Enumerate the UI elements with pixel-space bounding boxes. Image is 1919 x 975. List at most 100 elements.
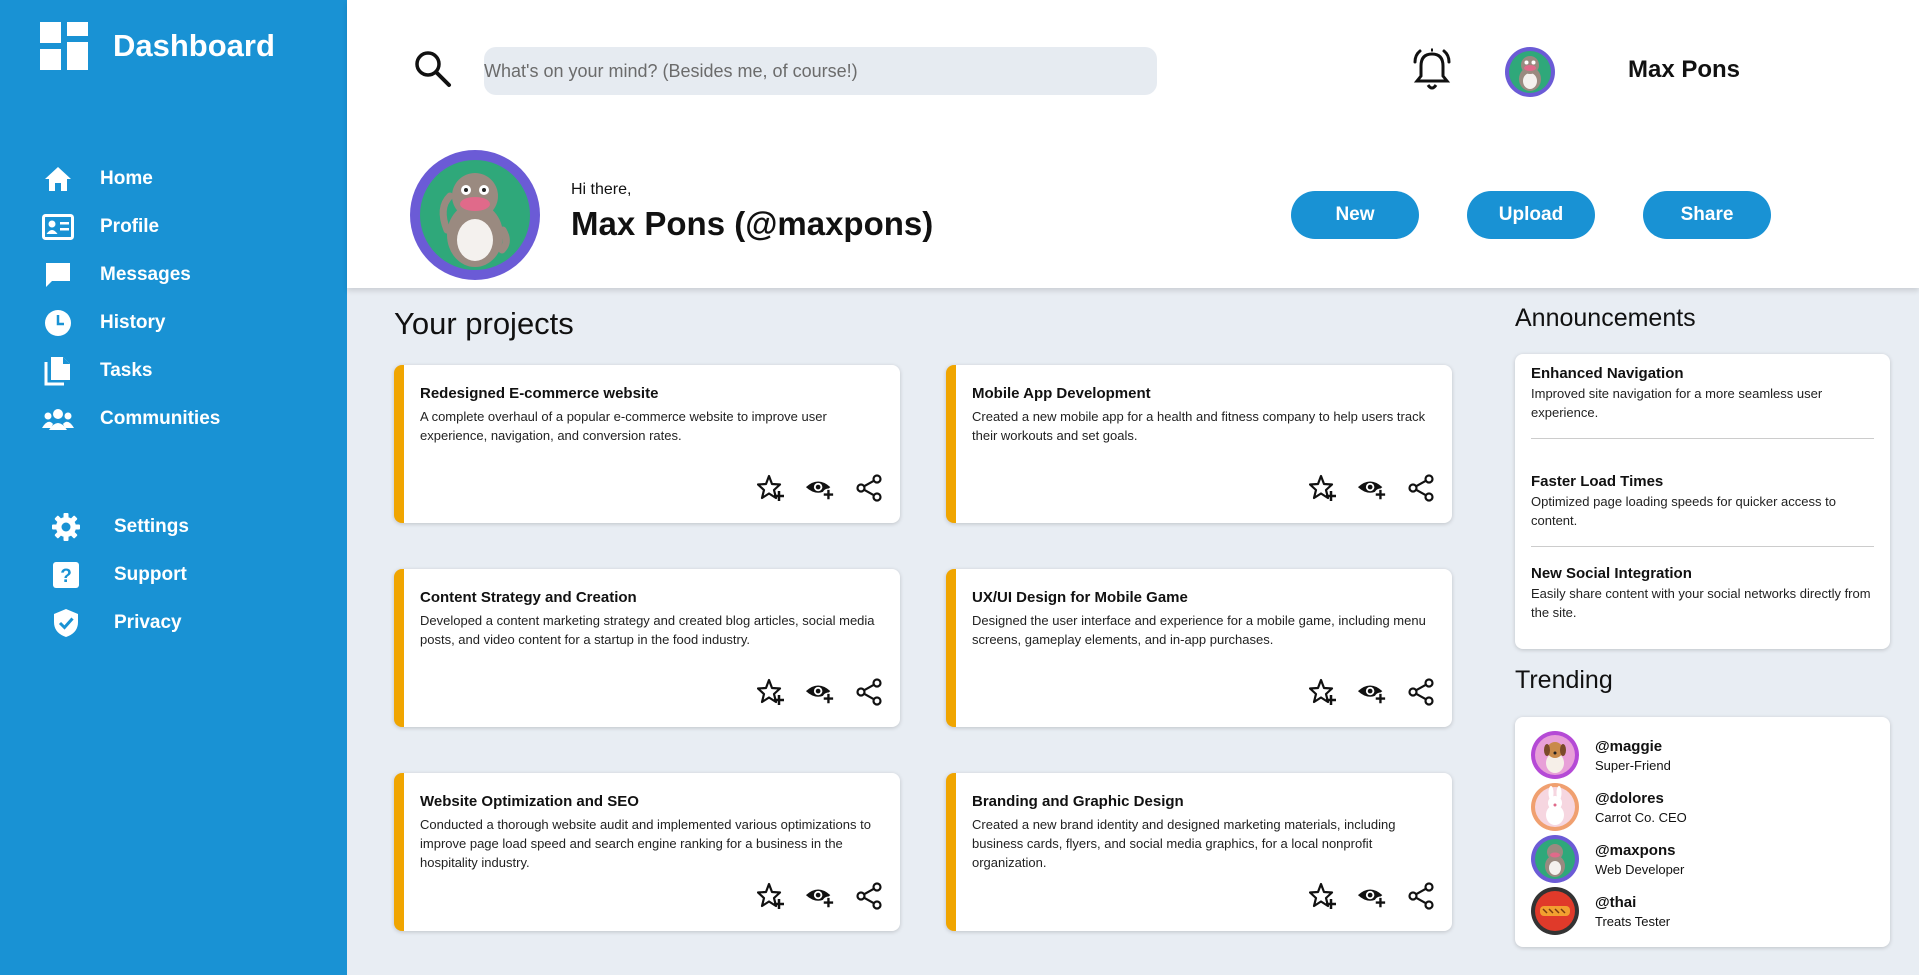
group-icon	[42, 403, 74, 435]
project-card[interactable]: Mobile App Development Created a new mob…	[946, 365, 1452, 523]
nav-item-profile[interactable]: Profile	[42, 203, 220, 251]
trending-role: Carrot Co. CEO	[1595, 809, 1687, 825]
watch-add-icon[interactable]	[1357, 677, 1387, 707]
trending-item[interactable]: @maxpons Web Developer	[1531, 835, 1684, 883]
svg-text:?: ?	[60, 566, 72, 587]
trending-role: Treats Tester	[1595, 913, 1671, 929]
avatar	[1531, 835, 1579, 883]
project-title: Mobile App Development	[972, 385, 1151, 402]
star-add-icon[interactable]	[1308, 677, 1338, 707]
nav-item-messages[interactable]: Messages	[42, 251, 220, 299]
nav-item-communities[interactable]: Communities	[42, 395, 220, 443]
divider	[1531, 546, 1874, 547]
upload-button[interactable]: Upload	[1467, 191, 1595, 239]
project-card[interactable]: UX/UI Design for Mobile Game Designed th…	[946, 569, 1452, 727]
profile-avatar[interactable]	[410, 150, 540, 280]
dashboard-logo-icon	[40, 22, 88, 70]
share-button[interactable]: Share	[1643, 191, 1771, 239]
trending-handle: @thai	[1595, 893, 1637, 911]
project-card[interactable]: Website Optimization and SEO Conducted a…	[394, 773, 900, 931]
project-title: Branding and Graphic Design	[972, 793, 1184, 810]
star-add-icon[interactable]	[1308, 881, 1338, 911]
profile-card-icon	[42, 211, 74, 243]
nav-item-settings[interactable]: Settings	[50, 503, 189, 551]
share-icon[interactable]	[1406, 881, 1436, 911]
nav-item-label: Profile	[100, 216, 160, 237]
nav-item-label: Communities	[100, 408, 221, 429]
share-icon[interactable]	[1406, 677, 1436, 707]
avatar	[1531, 887, 1579, 935]
project-description: Developed a content marketing strategy a…	[420, 613, 875, 647]
documents-icon	[42, 355, 74, 387]
announcement-description: Easily share content with your social ne…	[1531, 586, 1871, 620]
project-card[interactable]: Content Strategy and Creation Developed …	[394, 569, 900, 727]
projects-title: Your projects	[394, 306, 574, 341]
project-title: Redesigned E-commerce website	[420, 385, 659, 402]
nav-item-label: Support	[114, 564, 187, 585]
project-actions	[1308, 677, 1436, 707]
nav-item-home[interactable]: Home	[42, 155, 220, 203]
nav-item-history[interactable]: History	[42, 299, 220, 347]
share-icon[interactable]	[854, 473, 884, 503]
message-icon	[42, 259, 74, 291]
project-title: UX/UI Design for Mobile Game	[972, 589, 1188, 606]
header: Max Pons Hi there, Max Pons (@maxpons) N…	[347, 0, 1919, 288]
trending-item[interactable]: @maggie Super-Friend	[1531, 731, 1671, 779]
sidebar: Dashboard Home Profile Messages History	[0, 0, 347, 975]
home-icon	[42, 163, 74, 195]
announcements-panel: Enhanced Navigation Improved site naviga…	[1515, 354, 1890, 649]
watch-add-icon[interactable]	[805, 473, 835, 503]
notification-bell-icon[interactable]	[1409, 48, 1455, 99]
nav-item-label: Messages	[100, 264, 191, 285]
project-card[interactable]: Branding and Graphic Design Created a ne…	[946, 773, 1452, 931]
nav-item-label: History	[100, 312, 166, 333]
watch-add-icon[interactable]	[805, 881, 835, 911]
gear-icon	[50, 511, 82, 543]
project-actions	[1308, 881, 1436, 911]
project-actions	[756, 473, 884, 503]
avatar[interactable]	[1505, 47, 1555, 97]
watch-add-icon[interactable]	[1357, 473, 1387, 503]
trending-handle: @maxpons	[1595, 841, 1676, 859]
share-icon[interactable]	[854, 677, 884, 707]
search-icon[interactable]	[413, 49, 453, 94]
announcement-item[interactable]: Enhanced Navigation Improved site naviga…	[1515, 365, 1890, 422]
trending-role: Web Developer	[1595, 861, 1685, 877]
watch-add-icon[interactable]	[805, 677, 835, 707]
nav-item-tasks[interactable]: Tasks	[42, 347, 220, 395]
main-nav: Home Profile Messages History Tasks Comm…	[42, 155, 220, 443]
greeting: Hi there,	[571, 181, 632, 198]
project-title: Website Optimization and SEO	[420, 793, 639, 810]
share-icon[interactable]	[1406, 473, 1436, 503]
search-input[interactable]	[484, 47, 1157, 95]
brand[interactable]: Dashboard	[40, 22, 275, 70]
project-description: A complete overhaul of a popular e-comme…	[420, 409, 827, 443]
username[interactable]: Max Pons	[1628, 56, 1740, 84]
project-description: Conducted a thorough website audit and i…	[420, 817, 871, 870]
trending-item[interactable]: @dolores Carrot Co. CEO	[1531, 783, 1687, 831]
announcement-item[interactable]: Faster Load Times Optimized page loading…	[1515, 473, 1890, 530]
nav-item-privacy[interactable]: Privacy	[50, 599, 189, 647]
avatar	[1531, 783, 1579, 831]
project-card[interactable]: Redesigned E-commerce website A complete…	[394, 365, 900, 523]
project-actions	[756, 881, 884, 911]
brand-title: Dashboard	[113, 28, 275, 63]
star-add-icon[interactable]	[756, 677, 786, 707]
share-icon[interactable]	[854, 881, 884, 911]
trending-item[interactable]: @thai Treats Tester	[1531, 887, 1670, 935]
nav-item-support[interactable]: ? Support	[50, 551, 189, 599]
announcement-item[interactable]: New Social Integration Easily share cont…	[1515, 565, 1890, 622]
trending-title: Trending	[1515, 666, 1613, 694]
nav-item-label: Privacy	[114, 612, 182, 633]
new-button[interactable]: New	[1291, 191, 1419, 239]
star-add-icon[interactable]	[756, 473, 786, 503]
display-name: Max Pons (@maxpons)	[571, 205, 934, 242]
clock-icon	[42, 307, 74, 339]
announcement-title: Enhanced Navigation	[1531, 365, 1684, 382]
watch-add-icon[interactable]	[1357, 881, 1387, 911]
shield-icon	[50, 607, 82, 639]
avatar	[1531, 731, 1579, 779]
star-add-icon[interactable]	[756, 881, 786, 911]
announcement-description: Optimized page loading speeds for quicke…	[1531, 494, 1836, 528]
star-add-icon[interactable]	[1308, 473, 1338, 503]
